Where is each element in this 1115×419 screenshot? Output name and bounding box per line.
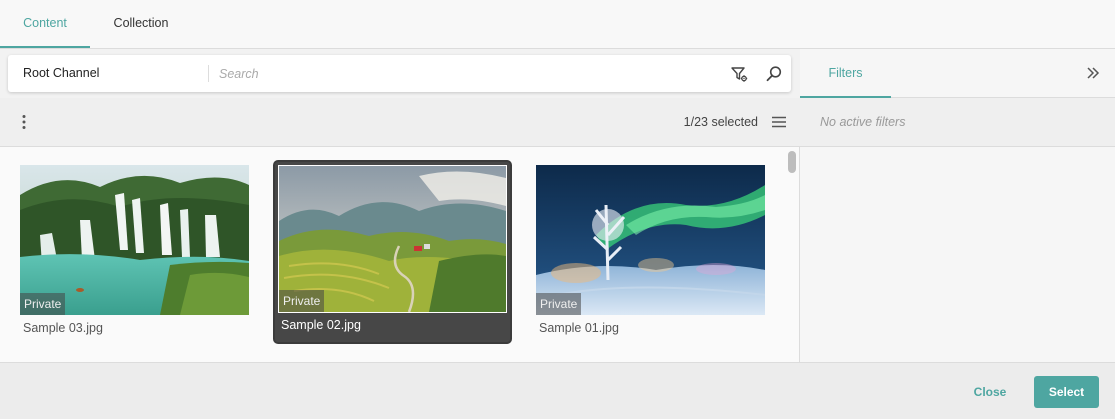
dialog-footer: Close Select bbox=[0, 362, 1115, 419]
channel-selector[interactable]: Root Channel bbox=[23, 55, 99, 92]
more-vertical-icon[interactable] bbox=[14, 112, 34, 132]
tab-collection[interactable]: Collection bbox=[92, 0, 190, 48]
filters-header: Filters bbox=[800, 49, 1115, 98]
divider bbox=[208, 65, 209, 82]
grid-scrollbar[interactable] bbox=[788, 151, 796, 173]
double-chevron-right-icon[interactable] bbox=[1085, 65, 1101, 81]
asset-name: Sample 01.jpg bbox=[539, 321, 619, 335]
privacy-badge: Private bbox=[20, 293, 66, 315]
close-button[interactable]: Close bbox=[958, 377, 1022, 408]
asset-thumbnail-aurora-snow: Private bbox=[536, 165, 765, 315]
filter-settings-icon[interactable] bbox=[729, 64, 749, 84]
search-icon[interactable] bbox=[764, 64, 784, 84]
asset-name: Sample 02.jpg bbox=[281, 318, 361, 332]
select-button[interactable]: Select bbox=[1034, 376, 1099, 408]
asset-card[interactable]: Private Sample 03.jpg bbox=[20, 165, 249, 341]
search-input[interactable] bbox=[219, 63, 719, 84]
privacy-badge: Private bbox=[536, 293, 582, 315]
results-toolbar: 1/23 selected bbox=[0, 98, 800, 147]
asset-card[interactable]: Private Sample 01.jpg bbox=[536, 165, 765, 341]
tab-content[interactable]: Content bbox=[0, 0, 90, 48]
list-view-icon[interactable] bbox=[770, 113, 788, 131]
filters-body bbox=[800, 147, 1115, 362]
content-pane: Root Channel 1/23 selected bbox=[0, 49, 800, 362]
filters-pane: Filters No active filters bbox=[800, 49, 1115, 362]
asset-grid: Private Sample 03.jpg Private Sample 02.… bbox=[0, 147, 800, 362]
top-tab-bar: Content Collection bbox=[0, 0, 1115, 49]
no-active-filters-text: No active filters bbox=[800, 98, 1115, 147]
selection-count: 1/23 selected bbox=[683, 115, 758, 129]
asset-card-selected[interactable]: Private Sample 02.jpg bbox=[275, 162, 510, 342]
asset-thumbnail-terraced-hills: Private bbox=[278, 165, 507, 313]
asset-name: Sample 03.jpg bbox=[23, 321, 103, 335]
tab-filters[interactable]: Filters bbox=[800, 49, 891, 98]
asset-thumbnail-waterfall: Private bbox=[20, 165, 249, 315]
search-bar: Root Channel bbox=[8, 55, 791, 92]
privacy-badge: Private bbox=[279, 290, 325, 312]
